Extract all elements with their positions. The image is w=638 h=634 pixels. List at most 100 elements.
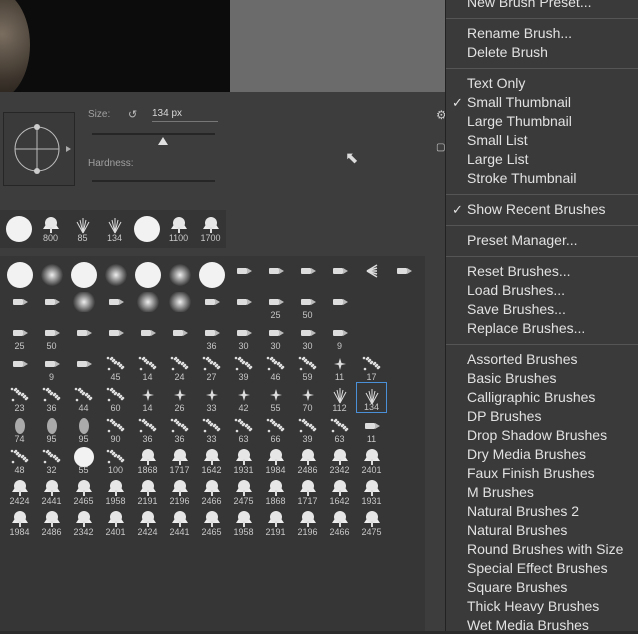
brush-preset-cell[interactable]: 30 — [228, 320, 259, 351]
brush-preset-cell[interactable]: 11 — [356, 413, 387, 444]
brush-preset-cell[interactable] — [36, 289, 67, 320]
brush-preset-cell[interactable]: 2401 — [356, 444, 387, 475]
brush-preset-cell[interactable]: 2441 — [164, 506, 195, 537]
brush-preset-cell[interactable]: 2465 — [68, 475, 99, 506]
brush-preset-cell[interactable]: 100 — [100, 444, 131, 475]
brush-preset-cell[interactable]: 2475 — [356, 506, 387, 537]
brush-preset-cell[interactable] — [164, 258, 195, 289]
brush-angle-preview[interactable] — [3, 112, 75, 186]
size-input[interactable]: 134 px — [152, 108, 218, 122]
brush-preset-cell[interactable]: 70 — [292, 382, 323, 413]
hardness-slider-track[interactable] — [92, 180, 215, 182]
brush-preset-cell[interactable]: 42 — [228, 382, 259, 413]
menu-item-stroke-thumbnail[interactable]: Stroke Thumbnail — [467, 170, 576, 187]
brush-preset-cell[interactable]: 1100 — [163, 212, 194, 243]
brush-preset-cell[interactable]: 55 — [260, 382, 291, 413]
size-slider-thumb[interactable] — [158, 137, 168, 145]
brush-preset-cell[interactable] — [100, 289, 131, 320]
brush-preset-cell[interactable]: 134 — [356, 382, 387, 413]
menu-item-save-brushes[interactable]: Save Brushes... — [467, 301, 566, 318]
reset-arrow-icon[interactable]: ↺ — [128, 108, 137, 121]
brush-preset-cell[interactable]: 25 — [260, 289, 291, 320]
brush-preset-cell[interactable]: 2475 — [228, 475, 259, 506]
brush-preset-cell[interactable]: 25 — [4, 320, 35, 351]
brush-preset-cell[interactable] — [100, 320, 131, 351]
brush-preset-cell[interactable]: 2424 — [132, 506, 163, 537]
brush-preset-cell[interactable]: 1717 — [292, 475, 323, 506]
brush-preset-cell[interactable] — [228, 258, 259, 289]
menu-item-small-list[interactable]: Small List — [467, 132, 528, 149]
menu-item-special-effect-brushes[interactable]: Special Effect Brushes — [467, 560, 608, 577]
brush-preset-cell[interactable] — [68, 351, 99, 382]
brush-preset-cell[interactable]: 1717 — [164, 444, 195, 475]
brush-preset-cell[interactable] — [4, 351, 35, 382]
brush-preset-cell[interactable]: 9 — [324, 320, 355, 351]
brush-preset-cell[interactable] — [3, 212, 34, 243]
brush-preset-cell[interactable] — [388, 258, 419, 289]
menu-item-square-brushes[interactable]: Square Brushes — [467, 579, 567, 596]
brush-preset-cell[interactable]: 90 — [100, 413, 131, 444]
menu-item-calligraphic-brushes[interactable]: Calligraphic Brushes — [467, 389, 595, 406]
brush-preset-cell[interactable]: 36 — [196, 320, 227, 351]
brush-preset-cell[interactable]: 36 — [36, 382, 67, 413]
brush-preset-cell[interactable]: 2466 — [196, 475, 227, 506]
brush-preset-cell[interactable]: 2486 — [292, 444, 323, 475]
brush-preset-cell[interactable]: 1958 — [100, 475, 131, 506]
brush-preset-cell[interactable] — [131, 212, 162, 243]
menu-item-new-brush-preset[interactable]: New Brush Preset... — [467, 0, 592, 11]
brush-preset-cell[interactable] — [356, 258, 387, 289]
menu-item-small-thumbnail[interactable]: Small Thumbnail — [467, 94, 571, 111]
brush-preset-cell[interactable]: 50 — [292, 289, 323, 320]
brush-preset-cell[interactable]: 95 — [36, 413, 67, 444]
brush-preset-cell[interactable]: 9 — [36, 351, 67, 382]
brush-preset-cell[interactable] — [132, 289, 163, 320]
menu-item-faux-finish-brushes[interactable]: Faux Finish Brushes — [467, 465, 595, 482]
menu-item-reset-brushes[interactable]: Reset Brushes... — [467, 263, 571, 280]
brush-preset-cell[interactable]: 112 — [324, 382, 355, 413]
brush-preset-cell[interactable]: 44 — [68, 382, 99, 413]
menu-item-m-brushes[interactable]: M Brushes — [467, 484, 534, 501]
brush-preset-cell[interactable]: 30 — [292, 320, 323, 351]
brush-preset-cell[interactable] — [100, 258, 131, 289]
brush-preset-cell[interactable]: 2196 — [292, 506, 323, 537]
brush-preset-cell[interactable]: 134 — [99, 212, 130, 243]
menu-item-show-recent-brushes[interactable]: Show Recent Brushes — [467, 201, 606, 218]
brush-preset-cell[interactable]: 2342 — [68, 506, 99, 537]
brush-preset-cell[interactable] — [324, 258, 355, 289]
brush-preset-cell[interactable]: 95 — [68, 413, 99, 444]
brush-preset-cell[interactable]: 33 — [196, 382, 227, 413]
brush-preset-cell[interactable]: 50 — [36, 320, 67, 351]
brush-preset-cell[interactable]: 60 — [100, 382, 131, 413]
brush-preset-cell[interactable]: 2401 — [100, 506, 131, 537]
brush-preset-cell[interactable] — [68, 258, 99, 289]
brush-preset-cell[interactable]: 1642 — [324, 475, 355, 506]
brush-preset-cell[interactable] — [164, 289, 195, 320]
menu-item-round-brushes-with-size[interactable]: Round Brushes with Size — [467, 541, 623, 558]
brush-preset-cell[interactable]: 1984 — [260, 444, 291, 475]
brush-preset-cell[interactable]: 39 — [292, 413, 323, 444]
brush-preset-cell[interactable]: 1642 — [196, 444, 227, 475]
menu-item-wet-media-brushes[interactable]: Wet Media Brushes — [467, 617, 589, 634]
brush-preset-cell[interactable] — [196, 258, 227, 289]
menu-item-delete-brush[interactable]: Delete Brush — [467, 44, 548, 61]
brush-preset-cell[interactable]: 26 — [164, 382, 195, 413]
brush-preset-cell[interactable]: 14 — [132, 351, 163, 382]
menu-item-replace-brushes[interactable]: Replace Brushes... — [467, 320, 585, 337]
menu-item-dry-media-brushes[interactable]: Dry Media Brushes — [467, 446, 586, 463]
brush-preset-cell[interactable] — [36, 258, 67, 289]
brush-preset-cell[interactable]: 2441 — [36, 475, 67, 506]
brush-preset-cell[interactable]: 1868 — [132, 444, 163, 475]
brush-preset-cell[interactable]: 55 — [68, 444, 99, 475]
brush-preset-cell[interactable] — [292, 258, 323, 289]
brush-preset-cell[interactable]: 39 — [228, 351, 259, 382]
brush-preset-cell[interactable] — [68, 320, 99, 351]
brush-preset-cell[interactable]: 74 — [4, 413, 35, 444]
brush-preset-cell[interactable]: 2466 — [324, 506, 355, 537]
brush-preset-cell[interactable]: 2196 — [164, 475, 195, 506]
brush-preset-cell[interactable]: 1931 — [228, 444, 259, 475]
brush-preset-cell[interactable]: 2486 — [36, 506, 67, 537]
brush-preset-cell[interactable]: 36 — [132, 413, 163, 444]
brush-preset-cell[interactable]: 63 — [324, 413, 355, 444]
menu-item-natural-brushes-2[interactable]: Natural Brushes 2 — [467, 503, 579, 520]
brush-preset-cell[interactable]: 1700 — [195, 212, 226, 243]
